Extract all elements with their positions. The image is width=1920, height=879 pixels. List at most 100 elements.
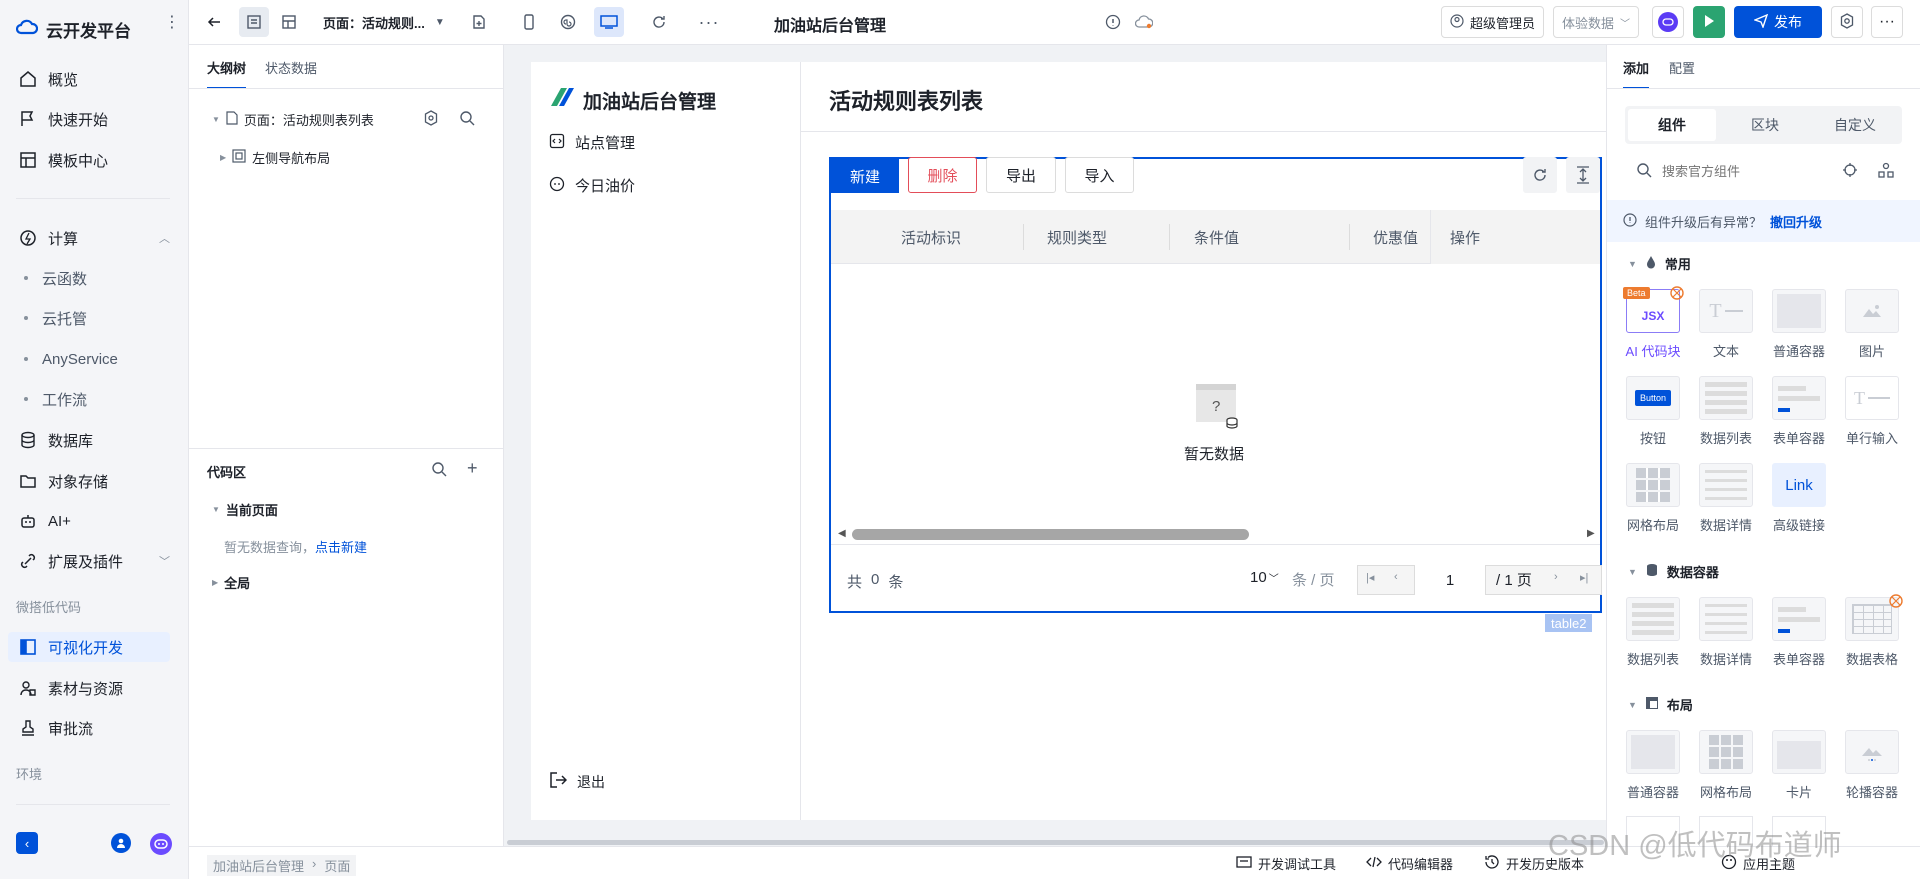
preview-menu-oil-price[interactable]: 今日油价 [549, 175, 635, 196]
ai-bot-button[interactable] [1652, 6, 1684, 38]
component-search[interactable] [1626, 155, 1852, 187]
ai-assistant-icon[interactable] [150, 833, 172, 855]
preview-play-button[interactable] [1693, 6, 1725, 38]
user-avatar-icon[interactable] [111, 833, 131, 853]
column-header[interactable]: 规则类型 [1047, 210, 1107, 264]
breadcrumb-page[interactable]: 页面 [324, 856, 350, 875]
tree-node-layout[interactable]: ▶ 左侧导航布局 [220, 148, 330, 167]
current-page-input[interactable]: 1 [1414, 565, 1486, 595]
first-page-icon[interactable]: |◂ [1366, 571, 1374, 584]
group-layout[interactable]: ▼ 布局 [1628, 695, 1693, 714]
mobile-view-icon[interactable] [514, 7, 544, 37]
layout-grid-icon[interactable] [274, 7, 304, 37]
column-header[interactable]: 活动标识 [901, 210, 961, 264]
component-container[interactable]: 普通容器 [1624, 730, 1682, 801]
add-query-icon[interactable]: + [467, 458, 478, 479]
component-advanced-link[interactable]: Link 高级链接 [1770, 463, 1828, 534]
component-single-input[interactable]: T 单行输入 [1843, 376, 1901, 447]
delete-button[interactable]: 删除 [908, 157, 977, 193]
code-global[interactable]: ▶ 全局 [212, 573, 250, 592]
settings-button[interactable] [1831, 6, 1863, 38]
nav-storage[interactable]: 对象存储 [14, 466, 170, 496]
table-refresh-icon[interactable] [1523, 157, 1557, 193]
breadcrumb-app[interactable]: 加油站后台管理 [213, 856, 304, 875]
component-image[interactable]: 图片 [1843, 289, 1901, 360]
desktop-view-icon[interactable] [594, 7, 624, 37]
component-card[interactable]: 卡片 [1770, 730, 1828, 801]
table-density-icon[interactable] [1566, 157, 1600, 193]
cloud-sync-icon[interactable] [1129, 7, 1159, 37]
component-text[interactable]: T 文本 [1697, 289, 1755, 360]
app-brand[interactable]: 云开发平台 [15, 16, 131, 42]
component-form-container[interactable]: 表单容器 [1770, 376, 1828, 447]
column-header[interactable]: 条件值 [1194, 210, 1239, 264]
export-button[interactable]: 导出 [986, 157, 1056, 193]
tab-add[interactable]: 添加 [1623, 58, 1650, 89]
nav-sub-workflow[interactable]: 工作流 [24, 386, 87, 412]
more-menu-button[interactable]: ··· [1871, 6, 1903, 38]
group-data-container[interactable]: ▼ 数据容器 [1628, 562, 1719, 581]
locate-icon[interactable] [1842, 162, 1858, 181]
nav-sub-cloud-hosting[interactable]: 云托管 [24, 305, 87, 331]
nav-templates[interactable]: 模板中心 [14, 145, 170, 175]
column-header[interactable]: 操作 [1450, 210, 1480, 264]
info-icon[interactable] [1098, 7, 1128, 37]
page-settings-icon[interactable] [423, 110, 439, 129]
scroll-left-icon[interactable]: ◀ [838, 528, 846, 539]
new-button[interactable]: 新建 [831, 159, 899, 193]
segment-components[interactable]: 组件 [1628, 109, 1716, 141]
component-data-table[interactable]: 数据表格 [1843, 594, 1903, 668]
tree-node-page[interactable]: ▼ 页面：活动规则表列表 [212, 110, 374, 129]
column-header[interactable]: 优惠值 [1373, 210, 1418, 264]
page-selector[interactable]: 页面：活动规则... ▼ [323, 13, 445, 32]
component-data-detail[interactable]: 数据详情 [1697, 463, 1755, 534]
component-search-input[interactable] [1662, 163, 1832, 179]
create-query-link[interactable]: 点击新建 [315, 540, 367, 555]
more-vertical-icon[interactable]: ⋮ [164, 15, 180, 31]
nav-assets[interactable]: 素材与资源 [14, 673, 170, 703]
rollback-upgrade-link[interactable]: 撤回升级 [1770, 212, 1822, 231]
miniprogram-view-icon[interactable] [553, 7, 583, 37]
next-page-icon[interactable]: › [1554, 571, 1558, 583]
component-grid-layout[interactable]: 网格布局 [1697, 730, 1755, 801]
code-search-icon[interactable] [431, 461, 447, 480]
publish-button[interactable]: 发布 [1734, 6, 1822, 38]
component-carousel[interactable]: 轮播容器 [1843, 730, 1901, 801]
group-common[interactable]: ▼ 常用 [1628, 254, 1691, 273]
nav-ai[interactable]: AI+ [14, 506, 170, 536]
nav-compute[interactable]: 计算 ︿ [14, 223, 170, 253]
component-data-detail[interactable]: 数据详情 [1697, 597, 1755, 668]
scroll-right-icon[interactable]: ▶ [1587, 528, 1595, 539]
nav-quickstart[interactable]: 快速开始 [14, 104, 170, 134]
user-role-badge[interactable]: 超级管理员 [1441, 6, 1545, 38]
more-icon[interactable]: ··· [694, 7, 724, 37]
tab-state-data[interactable]: 状态数据 [265, 58, 317, 77]
component-data-list[interactable]: 数据列表 [1624, 597, 1682, 668]
code-editor-button[interactable]: 代码编辑器 [1366, 854, 1453, 873]
nav-database[interactable]: 数据库 [14, 425, 170, 455]
code-current-page[interactable]: ▼ 当前页面 [212, 500, 278, 519]
debug-tools-button[interactable]: 开发调试工具 [1236, 854, 1336, 873]
nav-visual-dev[interactable]: 可视化开发 [8, 632, 170, 662]
tree-search-icon[interactable] [459, 110, 475, 129]
preview-logout[interactable]: 退出 [549, 771, 605, 792]
component-form-container[interactable]: 表单容器 [1770, 597, 1828, 668]
nav-extensions[interactable]: 扩展及插件 ﹀ [14, 546, 170, 576]
prev-page-icon[interactable]: ‹ [1394, 571, 1398, 583]
segment-custom[interactable]: 自定义 [1811, 109, 1899, 141]
segment-blocks[interactable]: 区块 [1721, 109, 1809, 141]
last-page-icon[interactable]: ▸| [1580, 571, 1588, 584]
component-button[interactable]: Button 按钮 [1624, 376, 1682, 447]
component-grid-layout[interactable]: 网格布局 [1624, 463, 1682, 534]
import-button[interactable]: 导入 [1065, 157, 1134, 193]
component-tree-icon[interactable] [1878, 162, 1894, 181]
back-arrow-icon[interactable] [199, 7, 229, 37]
nav-sub-cloud-function[interactable]: 云函数 [24, 265, 87, 291]
nav-sub-anyservice[interactable]: AnyService [24, 346, 118, 372]
tab-outline-tree[interactable]: 大纲树 [207, 58, 247, 89]
page-size-select[interactable]: 10 ﹀ [1250, 569, 1279, 586]
preview-menu-site-management[interactable]: 站点管理 [549, 132, 635, 153]
component-data-list[interactable]: 数据列表 [1697, 376, 1755, 447]
tab-config[interactable]: 配置 [1669, 58, 1695, 77]
refresh-icon[interactable] [644, 7, 674, 37]
